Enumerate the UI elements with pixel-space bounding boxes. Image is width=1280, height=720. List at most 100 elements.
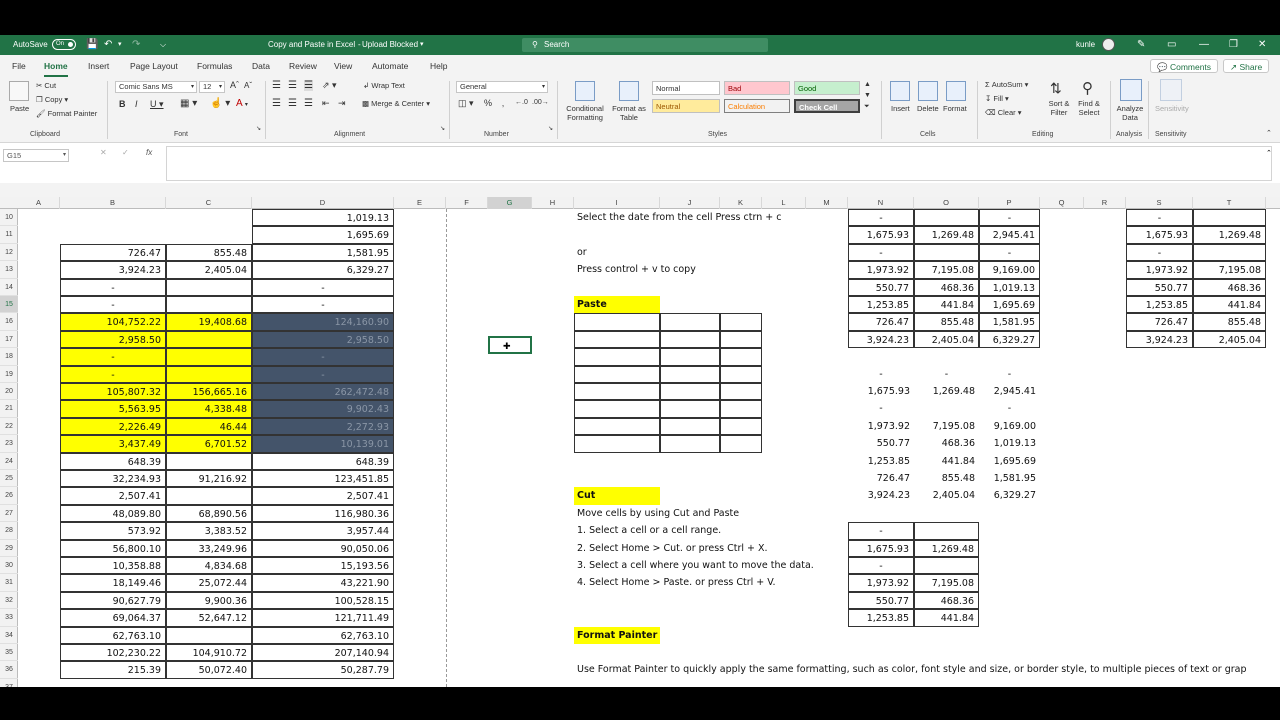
cancel-icon[interactable]: ✕ [100, 148, 107, 157]
cell-n30[interactable]: - [848, 557, 914, 575]
cell-d12[interactable]: 1,581.95 [252, 243, 394, 262]
cell-d27[interactable]: 116,980.36 [252, 504, 394, 523]
cell-c37[interactable] [166, 679, 252, 687]
cell-b28[interactable]: 573.92 [60, 522, 166, 540]
column-header-p[interactable]: P [979, 197, 1040, 209]
styles-more-icon[interactable]: ⏷ [864, 103, 870, 111]
cell-o19[interactable]: - [914, 366, 979, 383]
column-header-i[interactable]: I [574, 197, 660, 209]
cell-d29[interactable]: 90,050.06 [252, 539, 394, 557]
column-header-s[interactable]: S [1126, 197, 1193, 209]
grow-font-icon[interactable]: Aˆ [230, 80, 239, 90]
style-good[interactable]: Good [794, 81, 860, 95]
paste-table-cell[interactable] [660, 348, 720, 366]
column-header-m[interactable]: M [806, 197, 848, 209]
customize-toolbar-icon[interactable]: ⌵ [160, 35, 166, 55]
cell-b12[interactable]: 726.47 [60, 243, 166, 262]
cell-d15[interactable]: - [252, 296, 394, 314]
insert-cells-icon[interactable] [890, 81, 910, 101]
cell-b29[interactable]: 56,800.10 [60, 539, 166, 557]
tab-insert[interactable]: Insert [88, 55, 109, 77]
cell-p17[interactable]: 6,329.27 [979, 330, 1040, 349]
cell-d19[interactable]: - [252, 365, 394, 383]
paste-table-cell[interactable] [720, 417, 762, 436]
cell-b16[interactable]: 104,752.22 [60, 313, 166, 331]
column-header-b[interactable]: B [60, 197, 166, 209]
cell-d26[interactable]: 2,507.41 [252, 487, 394, 505]
paste-table-cell[interactable] [574, 365, 660, 383]
ribbon-display-icon[interactable]: ▭ [1167, 35, 1176, 55]
cell-d32[interactable]: 100,528.15 [252, 591, 394, 610]
cell-t16[interactable]: 855.48 [1193, 313, 1266, 331]
cell-s15[interactable]: 1,253.85 [1126, 296, 1193, 314]
cell-c32[interactable]: 9,900.36 [166, 591, 252, 610]
cell-d20[interactable]: 262,472.48 [252, 383, 394, 401]
cell-c33[interactable]: 52,647.12 [166, 609, 252, 627]
name-box[interactable]: G15 ▾ [3, 149, 69, 162]
bold-icon[interactable]: B [119, 99, 126, 109]
accounting-format-icon[interactable]: ◫ ▾ [458, 98, 474, 109]
close-icon[interactable]: ✕ [1258, 35, 1266, 55]
cell-o13[interactable]: 7,195.08 [914, 261, 979, 279]
cell-b30[interactable]: 10,358.88 [60, 557, 166, 575]
font-size-select[interactable]: 12 ▾ [199, 81, 225, 93]
cell-b10[interactable] [60, 209, 166, 226]
cell-b13[interactable]: 3,924.23 [60, 261, 166, 279]
delete-cells-icon[interactable] [918, 81, 938, 101]
sort-filter-icon[interactable]: ⇅ [1050, 80, 1062, 97]
cell-s14[interactable]: 550.77 [1126, 278, 1193, 296]
cell-b11[interactable] [60, 226, 166, 243]
column-header-a[interactable]: A [18, 197, 60, 209]
paste-table-cell[interactable] [720, 330, 762, 349]
cell-d31[interactable]: 43,221.90 [252, 574, 394, 592]
paste-table-cell[interactable] [720, 313, 762, 331]
delete-cells-button[interactable]: Delete [917, 104, 939, 113]
tab-home[interactable]: Home [44, 55, 68, 77]
cell-o11[interactable]: 1,269.48 [914, 226, 979, 244]
title-dropdown-icon[interactable]: ▾ [420, 35, 424, 55]
cell-d14[interactable]: - [252, 278, 394, 296]
cell-p24[interactable]: 1,695.69 [979, 453, 1040, 470]
column-header-f[interactable]: F [446, 197, 488, 209]
style-calculation[interactable]: Calculation [724, 99, 790, 113]
style-bad[interactable]: Bad [724, 81, 790, 95]
tab-review[interactable]: Review [289, 55, 317, 77]
cell-d13[interactable]: 6,329.27 [252, 261, 394, 279]
cell-d28[interactable]: 3,957.44 [252, 522, 394, 540]
cell-n19[interactable]: - [848, 366, 914, 383]
merge-center-button[interactable]: ▩ Merge & Center ▾ [362, 99, 430, 108]
paste-table-cell[interactable] [574, 400, 660, 418]
cell-s10[interactable]: - [1126, 209, 1193, 227]
column-header-r[interactable]: R [1084, 197, 1126, 209]
cell-o15[interactable]: 441.84 [914, 296, 979, 314]
cell-d18[interactable]: - [252, 348, 394, 366]
share-button[interactable]: ↗ Share [1223, 59, 1270, 73]
user-name[interactable]: kunle [1076, 35, 1095, 55]
cell-i36[interactable]: Use Format Painter to quickly apply the … [574, 661, 1246, 678]
cell-o14[interactable]: 468.36 [914, 278, 979, 296]
column-header-n[interactable]: N [848, 197, 914, 209]
cell-c24[interactable] [166, 452, 252, 470]
column-header-k[interactable]: K [720, 197, 762, 209]
paste-button[interactable]: Paste [10, 104, 29, 113]
cell-p19[interactable]: - [979, 366, 1040, 383]
insert-cells-button[interactable]: Insert [891, 104, 910, 113]
align-middle-icon[interactable]: ☰ [288, 80, 297, 91]
cell-c10[interactable] [166, 209, 252, 226]
cell-d17[interactable]: 2,958.50 [252, 330, 394, 349]
cell-n29[interactable]: 1,675.93 [848, 539, 914, 557]
cell-b21[interactable]: 5,563.95 [60, 400, 166, 418]
analyze-data-icon[interactable] [1120, 79, 1142, 101]
cell-i26[interactable]: Cut [574, 487, 660, 505]
paste-table-cell[interactable] [660, 313, 720, 331]
cell-c36[interactable]: 50,072.40 [166, 661, 252, 679]
cut-button[interactable]: ✂ Cut [36, 81, 56, 90]
cell-i13[interactable]: Press control + v to copy [574, 261, 696, 278]
find-select-icon[interactable]: ⚲ [1082, 79, 1093, 97]
cell-t15[interactable]: 441.84 [1193, 296, 1266, 314]
cell-i29[interactable]: 2. Select Home > Cut. or press Ctrl + X. [574, 540, 768, 557]
paste-table-cell[interactable] [574, 417, 660, 436]
tab-file[interactable]: File [12, 55, 26, 77]
cell-d33[interactable]: 121,711.49 [252, 609, 394, 627]
cell-b31[interactable]: 18,149.46 [60, 574, 166, 592]
